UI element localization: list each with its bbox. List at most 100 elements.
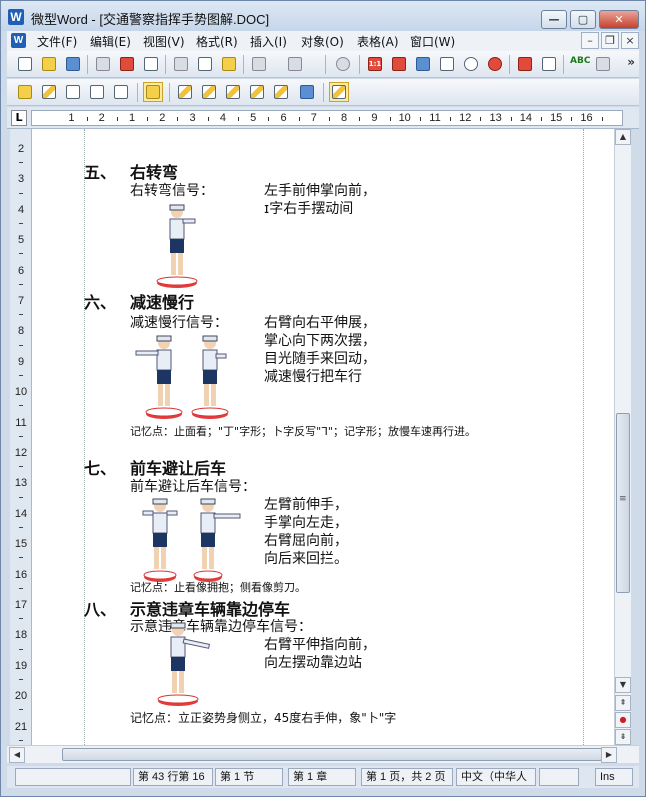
vertical-scroll-thumb[interactable]: ≡	[616, 413, 630, 593]
vertical-ruler-tick	[19, 466, 23, 468]
chart-icon[interactable]	[593, 54, 613, 74]
ruler-number: 5	[250, 112, 257, 124]
menu-window[interactable]: 窗口(W)	[410, 33, 455, 50]
font-color-icon[interactable]	[515, 54, 535, 74]
ruler-tick	[238, 117, 240, 121]
tab-stop-selector[interactable]: L	[11, 110, 27, 126]
previous-page-button[interactable]: ⇞	[615, 695, 631, 711]
next-page-button[interactable]: ⇟	[615, 729, 631, 745]
spell-check-label: ABC	[570, 56, 591, 66]
vertical-ruler-tick	[19, 314, 23, 316]
section-5-label: 右转弯信号：	[130, 183, 214, 199]
menu-edit[interactable]: 编辑(E)	[90, 33, 131, 50]
paste-clipboard-icon[interactable]	[219, 54, 239, 74]
section-7-line-2: 手掌向左走，	[264, 515, 348, 531]
menu-table[interactable]: 表格(A)	[357, 33, 399, 50]
vertical-ruler[interactable]: 2 3 4 5 6 7 8 9 10 11 12 13 14 15 16 17 18 19 20 21	[10, 129, 32, 745]
doc-minimize-button[interactable]: –	[581, 32, 599, 49]
ruler-tick	[419, 117, 421, 121]
section-6-line-1: 右臂向右平伸展，	[264, 315, 376, 331]
zoom-percent-icon[interactable]	[485, 54, 505, 74]
copy-icon[interactable]	[195, 54, 215, 74]
export-pdf-icon[interactable]	[117, 54, 137, 74]
vertical-ruler-tick	[19, 435, 23, 437]
find-binoculars-icon[interactable]	[333, 54, 353, 74]
undo-icon[interactable]	[249, 54, 269, 74]
ruler-number: 3	[189, 112, 196, 124]
section-6-line-3: 目光随手来回动，	[264, 351, 376, 367]
open-folder-icon[interactable]	[39, 54, 59, 74]
vertical-ruler-tick	[19, 253, 23, 255]
object-edit-icon[interactable]	[15, 82, 35, 102]
section-7-number: 七、	[84, 459, 117, 478]
ruler-tick	[389, 117, 391, 121]
section-8-line-2: 向左摆动靠边站	[264, 655, 362, 671]
section-7-memory: 记忆点：止看像拥抱；侧看像剪刀。	[130, 581, 306, 594]
insert-table-icon[interactable]: 1:1	[365, 54, 385, 74]
object-pencil-icon[interactable]	[39, 82, 59, 102]
vertical-ruler-tick	[19, 679, 23, 680]
horizontal-ruler[interactable]: 1 2 1 2 3 4 5 6 7 8 9 10 11 12 13 14 15 16	[31, 110, 623, 126]
eraser-pencil-icon[interactable]	[247, 82, 267, 102]
ruler-tick	[450, 117, 452, 121]
maximize-button[interactable]: ▢	[570, 10, 596, 29]
insert-column-icon[interactable]	[413, 54, 433, 74]
vertical-ruler-number: 16	[14, 568, 28, 581]
object-delete-icon[interactable]	[63, 82, 83, 102]
word-app-icon[interactable]: W	[8, 9, 24, 25]
horizontal-scrollbar[interactable]: ◀ ▶	[7, 745, 639, 763]
menu-view[interactable]: 视图(V)	[143, 33, 185, 50]
paragraph-format-icon[interactable]	[539, 54, 559, 74]
yellow-pencil-icon[interactable]	[223, 82, 243, 102]
select-browse-object-button[interactable]: ●	[615, 712, 631, 728]
scroll-up-button[interactable]: ▲	[615, 129, 631, 145]
drawing-mode-icon[interactable]	[329, 82, 349, 102]
section-5-line-2: ɪ字右手摆动间	[264, 201, 354, 217]
menu-object[interactable]: 对象(O)	[301, 33, 344, 50]
vertical-ruler-number: 21	[14, 720, 28, 733]
doc-restore-button[interactable]: ❐	[601, 32, 619, 49]
object-forward-icon[interactable]	[111, 82, 131, 102]
print-icon[interactable]	[93, 54, 113, 74]
document-icon[interactable]: W	[11, 33, 26, 48]
ruler-number: 9	[371, 112, 378, 124]
vertical-ruler-tick	[19, 496, 23, 498]
toolbar-overflow-chevron-icon[interactable]: »	[627, 55, 635, 69]
object-move-icon[interactable]	[87, 82, 107, 102]
ruler-number: 13	[489, 112, 502, 124]
close-button[interactable]: ✕	[599, 10, 639, 29]
scroll-down-button[interactable]: ▼	[615, 677, 631, 693]
scroll-left-button[interactable]: ◀	[9, 747, 25, 763]
notebook-icon[interactable]	[297, 82, 317, 102]
pencil-tool-icon[interactable]	[271, 82, 291, 102]
document-page[interactable]: 五、 右转弯 右转弯信号： 左手前伸掌向前， ɪ字右手摆动间 六、 减速慢行 减…	[32, 129, 614, 745]
vertical-ruler-number: 7	[17, 295, 25, 307]
cut-scissors-icon[interactable]	[171, 54, 191, 74]
scroll-right-button[interactable]: ▶	[601, 747, 617, 763]
save-disk-icon[interactable]	[63, 54, 83, 74]
table-grid-icon[interactable]	[437, 54, 457, 74]
status-chapter: 第 1 章	[288, 768, 356, 786]
vertical-ruler-tick	[19, 527, 23, 528]
redo-icon[interactable]	[285, 54, 305, 74]
doc-close-button[interactable]: ×	[621, 32, 639, 49]
insert-row-icon[interactable]	[389, 54, 409, 74]
title-bar: W 微型Word - [交通警察指挥手势图解.DOC] — ▢ ✕	[1, 1, 645, 31]
status-insert-mode[interactable]: Ins	[595, 768, 633, 786]
ruler-tick	[541, 117, 543, 121]
object-properties-icon[interactable]	[143, 82, 163, 102]
green-pencil-icon[interactable]	[199, 82, 219, 102]
menu-format[interactable]: 格式(R)	[196, 33, 238, 50]
new-document-icon[interactable]	[15, 54, 35, 74]
ruler-number: 1	[128, 112, 136, 124]
vertical-scrollbar[interactable]: ▲ ≡ ▼ ⇞ ● ⇟	[614, 129, 631, 745]
spell-check-icon[interactable]: ABC	[569, 54, 591, 74]
menu-file[interactable]: 文件(F)	[37, 33, 77, 50]
minimize-button[interactable]: —	[541, 10, 567, 29]
zoom-magnifier-icon[interactable]	[461, 54, 481, 74]
print-preview-icon[interactable]	[141, 54, 161, 74]
star-pencil-icon[interactable]	[175, 82, 195, 102]
menu-insert[interactable]: 插入(I)	[250, 33, 287, 50]
section-6-number: 六、	[84, 293, 117, 312]
horizontal-scroll-thumb[interactable]	[62, 748, 602, 761]
